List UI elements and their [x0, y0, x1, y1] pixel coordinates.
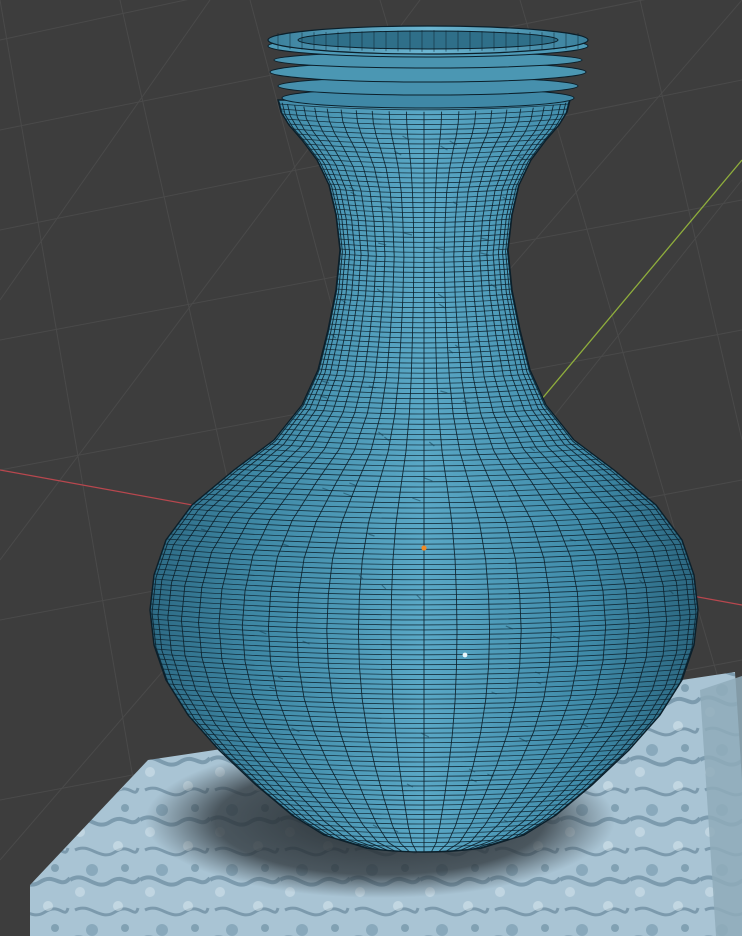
- vase-object[interactable]: [149, 25, 699, 853]
- grid-line: [0, 0, 211, 301]
- specular-highlight: [462, 652, 468, 658]
- origin-dot[interactable]: [421, 545, 427, 551]
- vase-opening: [297, 30, 559, 50]
- y-axis-line-far: [519, 159, 742, 426]
- viewport-scene[interactable]: [0, 0, 742, 936]
- 3d-viewport[interactable]: [0, 0, 742, 936]
- vase-rim-rings: [267, 25, 589, 109]
